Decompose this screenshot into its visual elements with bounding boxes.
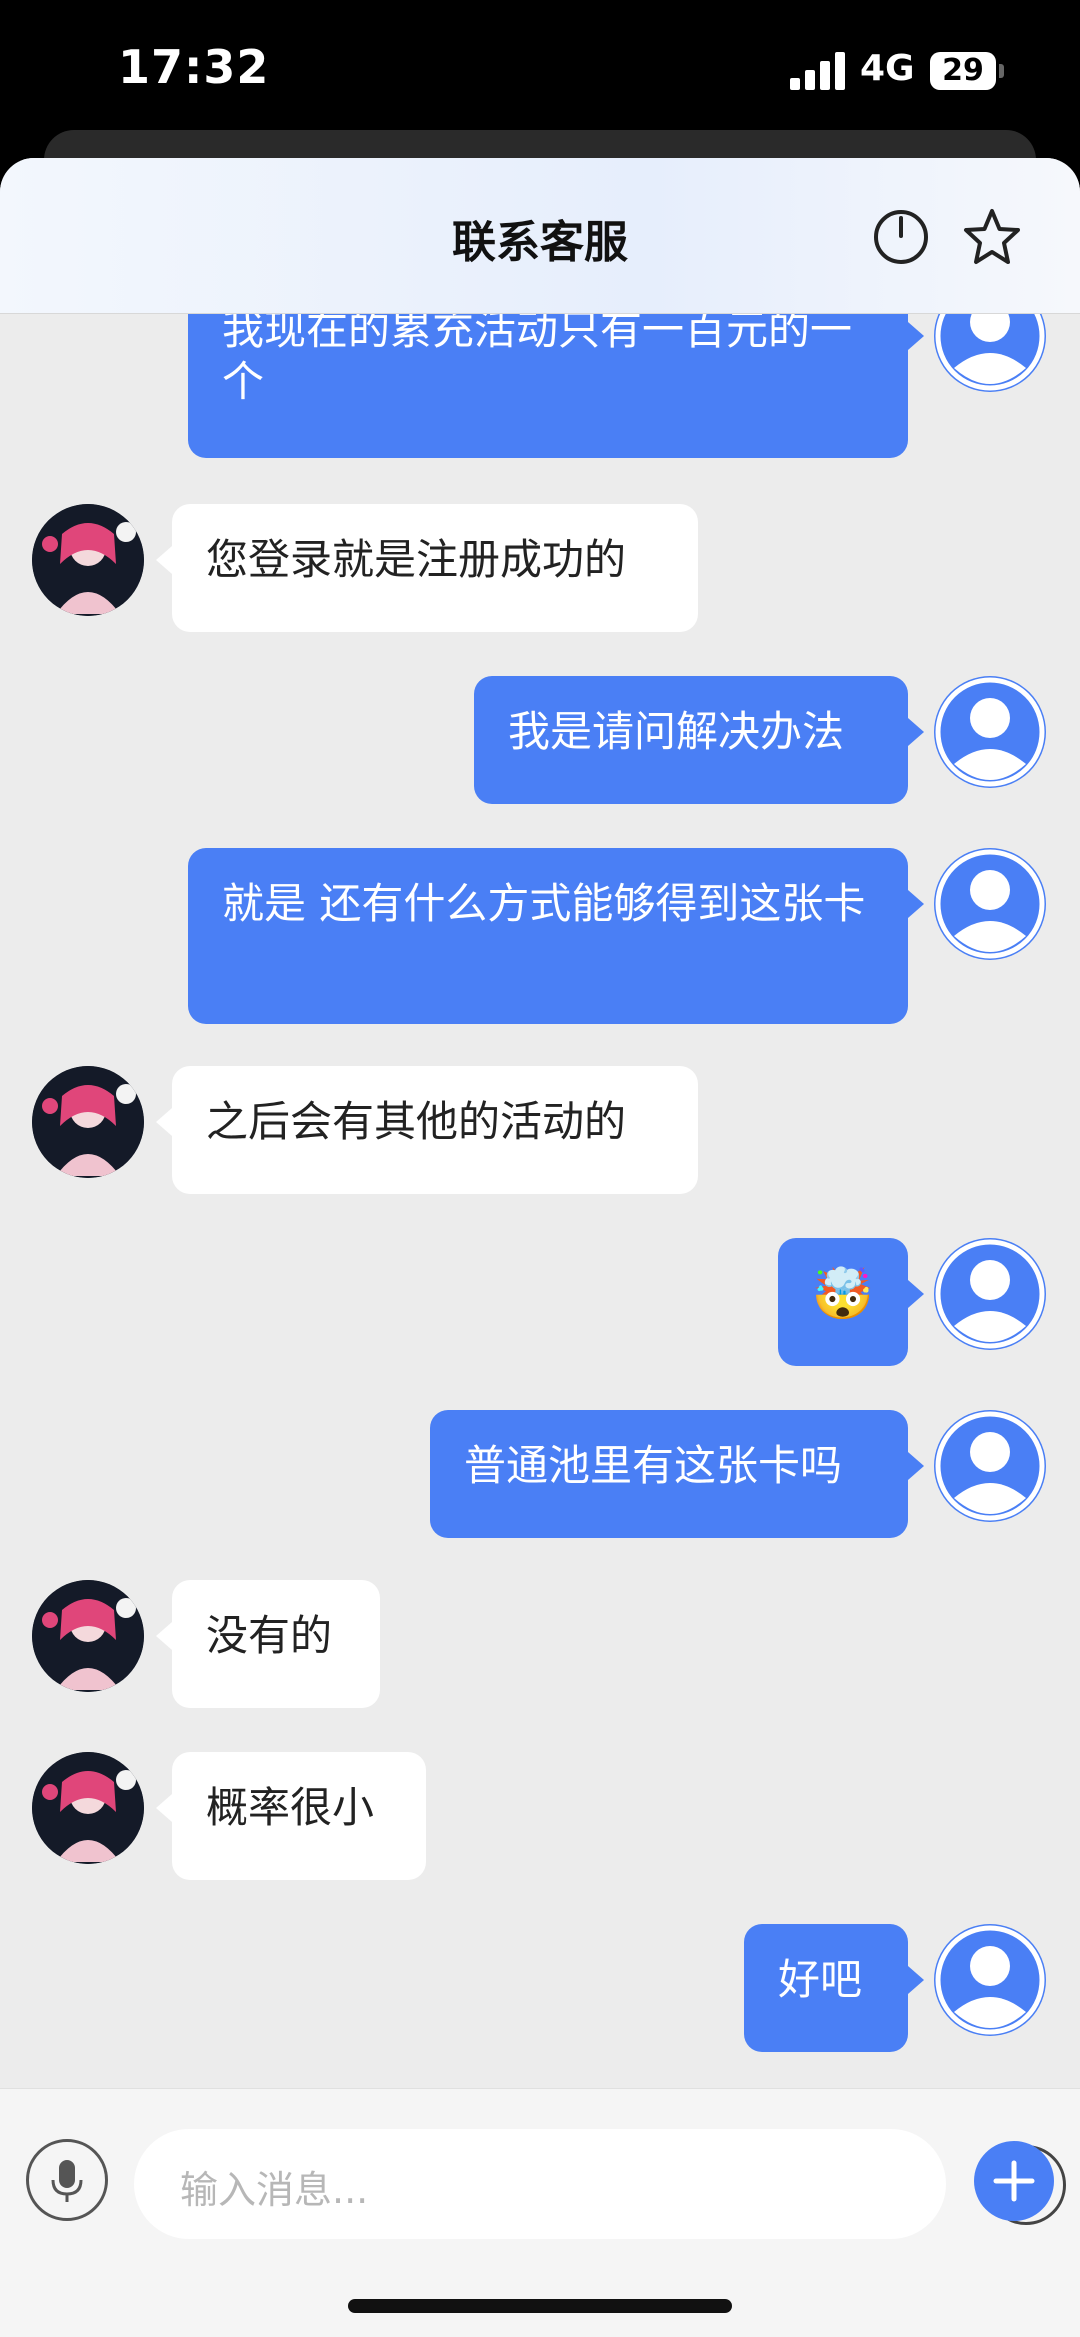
bubble-tail (908, 718, 924, 746)
network-type: 4G (860, 48, 915, 89)
user-avatar (934, 848, 1046, 960)
message-list: 我现在的累充活动只有一百元的一个 您登录就是注册成功的 我是请问解决办法 就是 … (0, 158, 1080, 2088)
bubble-tail (908, 1280, 924, 1308)
agent-avatar (32, 1580, 144, 1692)
agent-avatar-icon (32, 504, 144, 616)
voice-button[interactable] (26, 2139, 108, 2221)
bubble-tail (908, 890, 924, 918)
home-indicator (348, 2299, 732, 2313)
message-bubble-user[interactable]: 我是请问解决办法 (474, 676, 908, 804)
user-avatar (934, 1410, 1046, 1522)
agent-avatar-icon (32, 1066, 144, 1178)
message-bubble-agent[interactable]: 您登录就是注册成功的 (172, 504, 698, 632)
bubble-tail (156, 1108, 172, 1136)
user-avatar-icon (935, 1411, 1045, 1521)
chat-sheet: 联系客服 我现在的累充活动只有一百元的一个 您登录就是注册成功的 我是请问解决办… (0, 158, 1080, 2337)
add-button[interactable] (974, 2141, 1054, 2221)
bubble-tail (156, 1794, 172, 1822)
signal-icon (790, 52, 845, 90)
power-icon[interactable] (872, 208, 930, 266)
message-bubble-user[interactable]: 好吧 (744, 1924, 908, 2052)
user-avatar (934, 1238, 1046, 1350)
bubble-tail (156, 1622, 172, 1650)
user-avatar-icon (935, 849, 1045, 959)
message-bubble-user[interactable]: 就是 还有什么方式能够得到这张卡 (188, 848, 908, 1024)
agent-avatar (32, 1066, 144, 1178)
message-bubble-user[interactable]: 普通池里有这张卡吗 (430, 1410, 908, 1538)
bubble-tail (908, 1452, 924, 1480)
agent-avatar-icon (32, 1752, 144, 1864)
message-bubble-emoji[interactable]: 🤯 (778, 1238, 908, 1366)
chat-header: 联系客服 (0, 158, 1080, 314)
bubble-tail (156, 546, 172, 574)
plus-icon (993, 2160, 1035, 2202)
agent-avatar (32, 504, 144, 616)
user-avatar-icon (935, 1239, 1045, 1349)
user-avatar-icon (935, 1925, 1045, 2035)
bubble-tail (908, 322, 924, 350)
input-bar: 输入消息... (0, 2088, 1080, 2337)
bubble-tail (908, 1966, 924, 1994)
agent-avatar (32, 1752, 144, 1864)
microphone-icon (51, 2160, 83, 2202)
user-avatar (934, 676, 1046, 788)
star-icon[interactable] (962, 208, 1022, 266)
battery-tip (999, 64, 1004, 78)
message-bubble-agent[interactable]: 之后会有其他的活动的 (172, 1066, 698, 1194)
agent-avatar-icon (32, 1580, 144, 1692)
input-placeholder: 输入消息... (180, 2168, 369, 2212)
battery-icon: 29 (930, 52, 996, 90)
message-input[interactable]: 输入消息... (134, 2129, 1066, 2239)
user-avatar-icon (935, 677, 1045, 787)
message-bubble-agent[interactable]: 概率很小 (172, 1752, 426, 1880)
message-bubble-agent[interactable]: 没有的 (172, 1580, 380, 1708)
user-avatar (934, 1924, 1046, 2036)
status-time: 17:32 (118, 40, 270, 94)
